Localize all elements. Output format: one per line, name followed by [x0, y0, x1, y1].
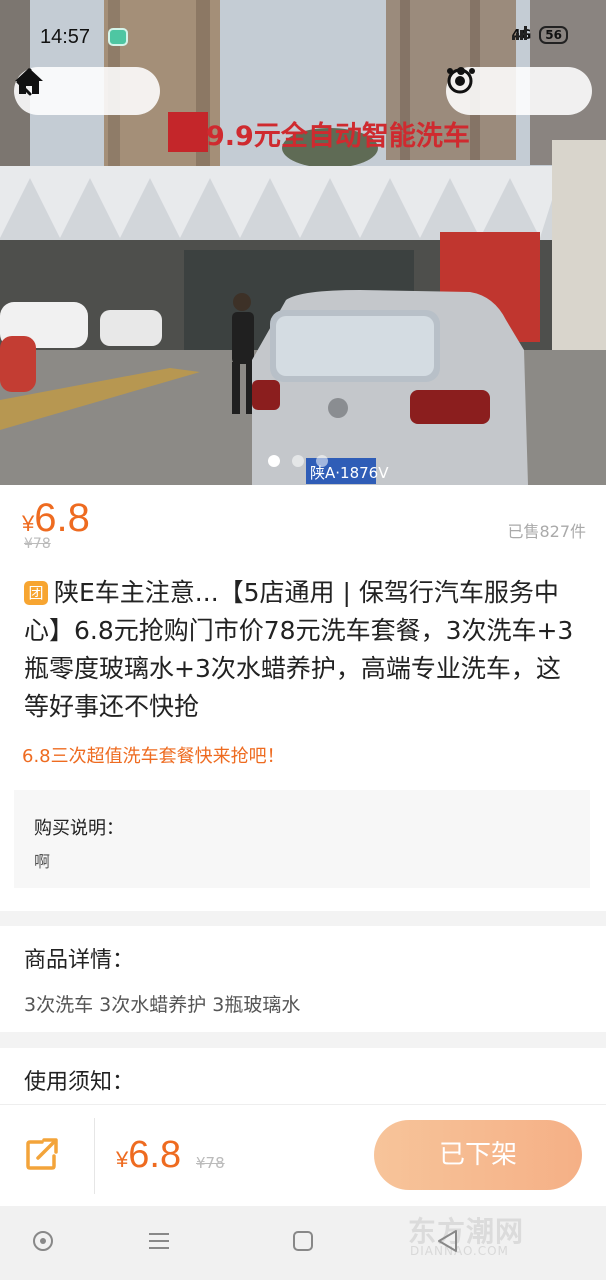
purchase-notes: 购买说明： 啊	[14, 790, 590, 888]
details-label: 商品详情：	[24, 948, 135, 973]
recent-apps-button[interactable]	[290, 1228, 320, 1258]
original-price: ¥78	[24, 536, 51, 552]
product-title-text: 陕E车主注意...【5店通用 | 保驾行汽车服务中心】6.8元抢购门市价78元洗…	[24, 578, 574, 721]
bottom-price-value: 6.8	[128, 1134, 182, 1176]
product-title: 团陕E车主注意...【5店通用 | 保驾行汽车服务中心】6.8元抢购门市价78元…	[24, 574, 584, 726]
details-text: 3次洗车 3次水蜡养护 3瓶玻璃水	[24, 994, 301, 1016]
price: ¥6.8	[22, 496, 90, 541]
home-button[interactable]	[15, 67, 148, 115]
close-miniprogram-button[interactable]	[447, 67, 580, 115]
assistant-button[interactable]	[30, 1228, 60, 1258]
back-system-button[interactable]	[434, 1228, 464, 1258]
signal-icon	[511, 26, 527, 40]
menu-button[interactable]	[146, 1228, 176, 1258]
square-icon	[293, 1231, 313, 1251]
price-currency: ¥	[22, 511, 35, 536]
battery-icon: 56	[539, 26, 568, 44]
share-button[interactable]	[22, 1134, 68, 1180]
bottom-original-price: ¥78	[196, 1154, 225, 1172]
carousel-dot[interactable]	[316, 455, 328, 467]
status-bar: 14:57 4G 56	[0, 0, 606, 76]
bottom-divider	[94, 1118, 95, 1194]
target-circle-icon	[447, 68, 473, 94]
group-buy-badge: 团	[24, 581, 48, 605]
notice-label: 使用须知：	[24, 1070, 135, 1095]
off-shelf-button[interactable]: 已下架	[374, 1120, 582, 1190]
circle-dot-icon	[33, 1231, 53, 1251]
bottom-price-currency: ¥	[116, 1147, 129, 1172]
nav-capsule-right	[446, 67, 592, 115]
product-subtitle: 6.8三次超值洗车套餐快来抢吧！	[22, 746, 285, 767]
carousel-dots[interactable]	[268, 455, 328, 467]
carousel-dot[interactable]	[268, 455, 280, 467]
purchase-notes-text: 啊	[34, 852, 51, 871]
sold-count: 已售827件	[507, 522, 586, 541]
home-icon	[15, 68, 43, 94]
nav-capsule-left	[14, 67, 160, 115]
status-indicators: 4G 56	[511, 26, 568, 44]
app-notification-icon	[108, 28, 128, 46]
purchase-notes-label: 购买说明：	[34, 818, 124, 839]
price-value: 6.8	[34, 496, 90, 540]
menu-lines-icon	[149, 1233, 169, 1249]
sign-text: 9.9元全自动智能洗车	[206, 120, 470, 152]
triangle-back-icon	[438, 1230, 457, 1252]
hero-image[interactable]: 9.9元全自动智能洗车 陕A·1876V 14:57 56	[0, 0, 606, 485]
carousel-dot[interactable]	[292, 455, 304, 467]
status-time: 14:57	[40, 26, 91, 48]
bottom-price: ¥6.8	[116, 1134, 181, 1177]
share-icon	[26, 1138, 58, 1170]
